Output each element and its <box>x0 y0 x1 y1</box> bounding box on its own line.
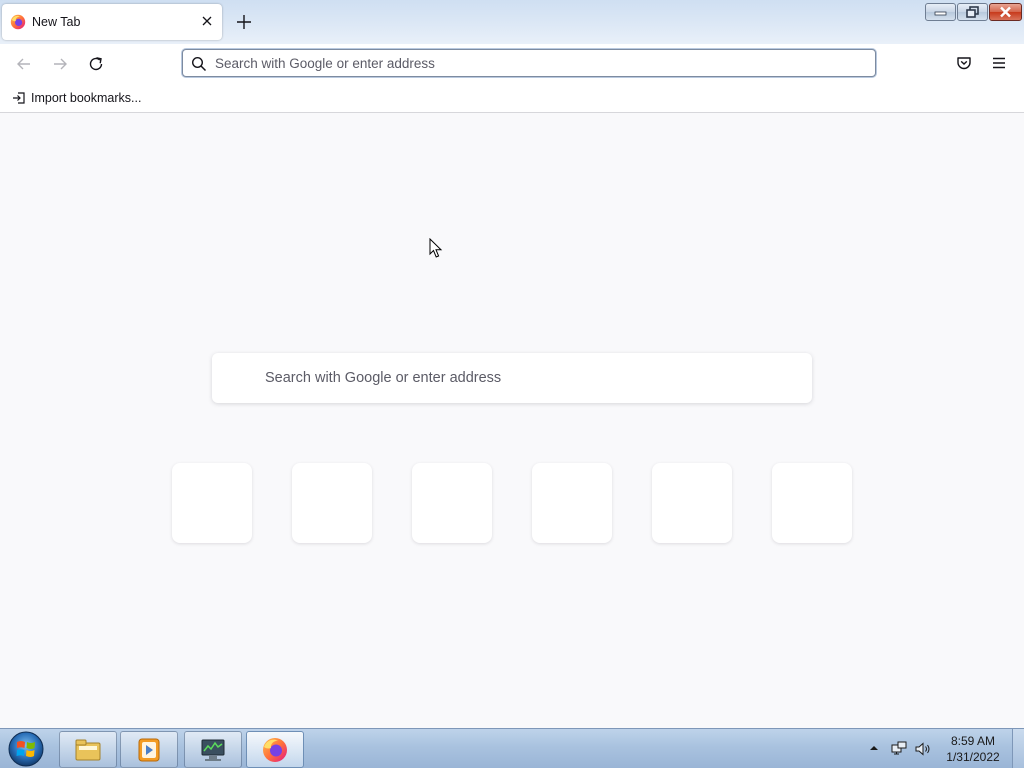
close-icon[interactable] <box>198 12 216 30</box>
navigation-toolbar <box>0 44 1024 84</box>
minimize-button[interactable] <box>925 3 956 21</box>
window-close-button[interactable] <box>989 3 1022 21</box>
top-site-tile[interactable] <box>652 463 732 543</box>
top-site-tile[interactable] <box>772 463 852 543</box>
search-icon <box>191 56 207 72</box>
address-input[interactable] <box>215 51 865 75</box>
address-bar[interactable] <box>182 49 876 77</box>
restore-icon <box>966 6 979 18</box>
minimize-icon <box>934 11 947 16</box>
hamburger-menu-icon[interactable] <box>990 54 1008 72</box>
close-icon <box>1000 6 1011 18</box>
clock-date: 1/31/2022 <box>946 750 1000 764</box>
taskbar-media-player[interactable] <box>120 731 178 768</box>
system-clock[interactable]: 8:59 AM 1/31/2022 <box>940 733 1006 765</box>
top-site-tile[interactable] <box>412 463 492 543</box>
new-tab-plus-icon[interactable] <box>234 12 254 32</box>
volume-icon[interactable] <box>914 740 932 758</box>
taskbar-explorer[interactable] <box>59 731 117 768</box>
tab-new-tab[interactable]: New Tab <box>2 4 222 40</box>
reload-icon[interactable] <box>86 54 106 74</box>
back-arrow-icon[interactable] <box>14 54 34 74</box>
taskbar: 8:59 AM 1/31/2022 <box>0 728 1024 768</box>
explorer-icon <box>75 739 101 761</box>
newtab-search-box[interactable]: Search with Google or enter address <box>212 353 812 403</box>
taskbar-firefox[interactable] <box>246 731 304 768</box>
pocket-icon[interactable] <box>955 54 973 72</box>
top-site-tile[interactable] <box>292 463 372 543</box>
newtab-search-placeholder: Search with Google or enter address <box>265 370 502 386</box>
top-site-tile[interactable] <box>172 463 252 543</box>
clock-time: 8:59 AM <box>950 734 996 748</box>
firefox-icon <box>10 14 26 30</box>
import-bookmarks-label: Import bookmarks... <box>31 91 142 105</box>
firefox-icon <box>263 738 287 762</box>
import-icon <box>13 92 25 104</box>
show-hidden-icons-icon[interactable] <box>868 743 880 753</box>
import-bookmarks-button[interactable]: Import bookmarks... <box>12 90 141 106</box>
browser-titlebar: New Tab <box>0 0 1024 44</box>
forward-arrow-icon[interactable] <box>50 54 70 74</box>
taskbar-network-monitor[interactable] <box>184 731 242 768</box>
top-site-tile[interactable] <box>532 463 612 543</box>
network-icon[interactable] <box>890 740 908 758</box>
bookmarks-toolbar: Import bookmarks... <box>0 84 1024 113</box>
network-monitor-icon <box>201 739 225 761</box>
mouse-pointer-icon <box>429 238 443 258</box>
show-desktop-button[interactable] <box>1012 729 1024 768</box>
media-player-icon <box>138 738 160 762</box>
tab-title: New Tab <box>32 15 81 29</box>
restore-button[interactable] <box>957 3 988 21</box>
start-button-windows-icon[interactable] <box>6 730 46 768</box>
new-tab-page: Search with Google or enter address <box>0 113 1024 728</box>
